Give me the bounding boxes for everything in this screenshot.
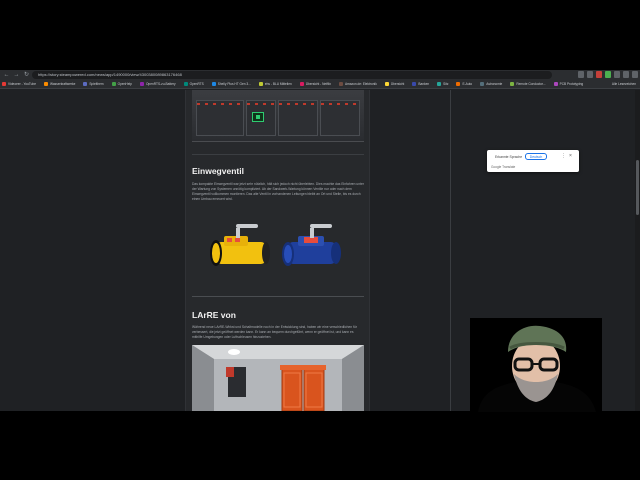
- bookmark-label: Remote Conductor...: [516, 82, 546, 86]
- extension-icon[interactable]: [605, 71, 611, 78]
- cabinet-panel: [320, 100, 360, 136]
- bookmark-favicon-icon: [480, 82, 485, 86]
- bookmark-favicon-icon: [183, 82, 188, 86]
- translate-provider: Google Translate: [491, 165, 516, 169]
- bookmark-label: OpenHelp: [117, 82, 132, 86]
- bookmark-favicon-icon: [2, 82, 6, 86]
- scrollbar-thumb[interactable]: [636, 160, 639, 215]
- cabinet-panel: [278, 100, 318, 136]
- bookmark-favicon-icon: [553, 82, 558, 86]
- bookmark-item[interactable]: Sitz: [437, 82, 448, 86]
- translate-source-language[interactable]: Erkannte Sprache: [495, 155, 522, 159]
- bookmark-favicon-icon: [139, 82, 144, 86]
- bookmark-label: Shelly Plus HT Gen 3...: [217, 82, 251, 86]
- page-left-margin: [0, 90, 185, 411]
- yellow-valve: [210, 224, 270, 266]
- all-bookmarks-button[interactable]: Alle Lesezeichen: [612, 82, 636, 86]
- menu-dots-icon[interactable]: [632, 71, 638, 78]
- screen: ← → ↻ https://story.steampowered.com/new…: [0, 0, 640, 480]
- bookmark-item[interactable]: Übersicht: [384, 82, 405, 86]
- extension-icon[interactable]: [596, 71, 602, 78]
- bookmark-label: Sitz: [443, 82, 449, 86]
- bookmark-item[interactable]: Übersicht - Netflix: [299, 82, 331, 86]
- more-options-icon[interactable]: ⋮: [561, 153, 566, 159]
- webcam-overlay: [470, 318, 602, 412]
- bookmark-label: Banken: [418, 82, 430, 86]
- bookmark-favicon-icon: [384, 82, 389, 86]
- bookmark-item[interactable]: OpenRTS: [183, 82, 204, 86]
- divider: [192, 154, 364, 155]
- extensions-puzzle-icon[interactable]: [614, 71, 620, 78]
- toolbar-extensions: [578, 71, 638, 78]
- divider: [192, 296, 364, 297]
- bookmark-favicon-icon: [338, 82, 343, 86]
- reload-icon[interactable]: ↻: [23, 72, 30, 79]
- room-interior-image: [192, 345, 364, 411]
- section-paragraph: Während neue LArRE-Wirkst und Schaltmode…: [192, 325, 357, 339]
- bookmark-favicon-icon: [412, 82, 417, 86]
- cabinet-panel: [196, 100, 244, 136]
- terminal-screen: [252, 112, 264, 122]
- blue-valve: [282, 224, 341, 266]
- bookmark-label: ehs - BLU Mitteilen: [264, 82, 292, 86]
- bookmark-label: OpenRTS: [189, 82, 204, 86]
- server-cabinet-image: [192, 90, 364, 142]
- bookmark-item[interactable]: Videoeer - YouTube: [2, 82, 36, 86]
- bookmark-item[interactable]: Banken: [412, 82, 429, 86]
- bookmark-label: E-Auto: [462, 82, 473, 86]
- bookmark-favicon-icon: [456, 82, 461, 86]
- bookmark-favicon-icon: [111, 82, 116, 86]
- section-paragraph: Das kompakte Einwegventil war jetzt sehr…: [192, 182, 364, 201]
- address-bar[interactable]: https://story.steampowered.com/news/app/…: [32, 71, 552, 79]
- bookmark-favicon-icon: [258, 82, 263, 86]
- bookmark-favicon-icon: [83, 82, 88, 86]
- bookmark-item[interactable]: Amazon.de: Elektronik: [338, 82, 377, 86]
- translate-target-language[interactable]: Deutsch: [525, 153, 547, 160]
- bookmark-item[interactable]: OpenRTS-zu-Battery: [139, 82, 176, 86]
- bookmarks-bar: Videoeer - YouTube Wasserkraftwerke Spielt…: [0, 80, 640, 89]
- bookmark-item[interactable]: E-Auto: [456, 82, 472, 86]
- bookmark-label: Videoeer - YouTube: [8, 82, 37, 86]
- bookmark-item[interactable]: Remote Conductor...: [510, 82, 546, 86]
- page-side-divider: [450, 90, 451, 411]
- forward-icon[interactable]: →: [13, 72, 20, 79]
- translate-icon[interactable]: [578, 71, 584, 78]
- bookmark-favicon-icon: [299, 82, 304, 86]
- article-column: Einwegventil Das kompakte Einwegventil w…: [185, 90, 370, 411]
- bookmark-label: OpenRTS-zu-Battery: [145, 82, 176, 86]
- bookmark-label: Wasserkraftwerke: [50, 82, 76, 86]
- section-heading: LArRE von: [192, 310, 236, 320]
- section-heading: Einwegventil: [192, 166, 244, 176]
- bookmark-label: Amazon.de: Elektronik: [344, 82, 377, 86]
- bookmark-label: Spielthem: [89, 82, 104, 86]
- valves-image: [210, 224, 341, 266]
- bookmark-item[interactable]: OpenHelp: [111, 82, 132, 86]
- back-icon[interactable]: ←: [3, 72, 10, 79]
- bookmark-label: Übersicht - Netflix: [305, 82, 331, 86]
- bookmark-label: PCB Prototyping: [559, 82, 584, 86]
- bookmark-star-icon[interactable]: [587, 71, 593, 78]
- browser-toolbar: ← → ↻ https://story.steampowered.com/new…: [0, 70, 640, 80]
- bookmark-favicon-icon: [437, 82, 442, 86]
- translate-popup: Erkannte Sprache Deutsch ⋮ × Google Tran…: [487, 150, 579, 172]
- bookmark-label: Übersicht: [390, 82, 405, 86]
- close-icon[interactable]: ×: [569, 153, 572, 159]
- bookmark-favicon-icon: [510, 82, 515, 86]
- bookmark-item[interactable]: PCB Prototyping: [553, 82, 584, 86]
- bookmark-favicon-icon: [211, 82, 216, 86]
- bookmark-item[interactable]: Astronomie: [480, 82, 502, 86]
- bookmark-favicon-icon: [44, 82, 49, 86]
- bookmark-item[interactable]: Shelly Plus HT Gen 3...: [211, 82, 251, 86]
- profile-avatar[interactable]: [623, 71, 629, 78]
- bookmark-item[interactable]: ehs - BLU Mitteilen: [258, 82, 292, 86]
- bookmark-item[interactable]: Wasserkraftwerke: [44, 82, 75, 86]
- page-scrollbar[interactable]: [635, 90, 640, 411]
- bookmark-label: Astronomie: [486, 82, 503, 86]
- bookmark-item[interactable]: Spielthem: [83, 82, 104, 86]
